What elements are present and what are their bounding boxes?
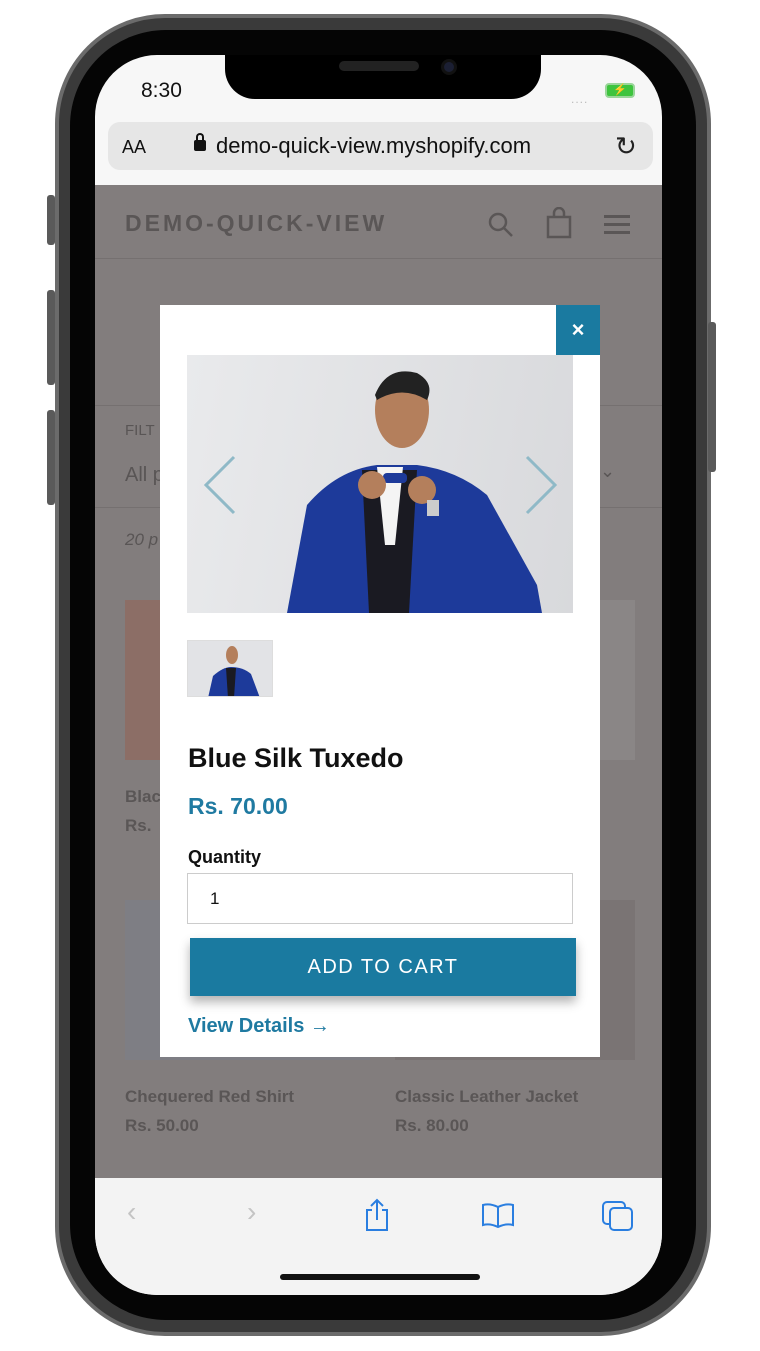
product-price: Rs. 70.00	[188, 793, 288, 819]
text-size-button[interactable]: AA	[122, 137, 146, 158]
quick-view-modal: × Blue Silk Tuxedo Rs. 70.00 Quantity 1 …	[160, 305, 600, 1057]
product-image	[187, 355, 573, 613]
url-text[interactable]: demo-quick-view.myshopify.com	[216, 133, 531, 159]
product-title: Blue Silk Tuxedo	[188, 743, 404, 773]
address-bar[interactable]: AA demo-quick-view.myshopify.com ↻	[108, 122, 653, 170]
browser-toolbar: ‹ ›	[95, 1178, 662, 1295]
product-count: 20 p	[125, 530, 159, 549]
volume-down-button	[47, 410, 55, 505]
battery-charging-icon: ⚡	[605, 83, 635, 98]
view-details-link[interactable]: View Details →	[188, 1015, 330, 1038]
site-brand[interactable]: DEMO-QUICK-VIEW	[125, 210, 387, 237]
camera-icon	[441, 59, 457, 75]
web-content: DEMO-QUICK-VIEW FILT All p ⌄ 20 p Blac R…	[95, 185, 662, 1178]
signal-indicator: ....	[571, 92, 589, 106]
reload-icon[interactable]: ↻	[615, 131, 637, 162]
close-button[interactable]: ×	[556, 305, 600, 355]
home-indicator[interactable]	[280, 1274, 480, 1280]
forward-icon[interactable]: ›	[247, 1196, 256, 1228]
next-image-arrow[interactable]	[519, 455, 559, 515]
notch	[225, 55, 541, 99]
status-time: 8:30	[141, 79, 182, 102]
product-price: Rs.	[125, 816, 152, 835]
product-name[interactable]: Blac	[125, 787, 161, 807]
product-name[interactable]: Chequered Red Shirt	[125, 1087, 294, 1107]
tabs-icon[interactable]	[601, 1200, 635, 1232]
previous-image-arrow[interactable]	[202, 455, 242, 515]
back-icon[interactable]: ‹	[127, 1196, 136, 1228]
filter-select[interactable]: All p	[125, 464, 164, 487]
text-size-label: AA	[122, 137, 147, 157]
mute-switch	[47, 195, 55, 245]
product-thumbnail[interactable]	[187, 640, 273, 697]
quantity-input[interactable]	[187, 873, 573, 924]
menu-icon[interactable]	[604, 213, 630, 235]
product-price: Rs. 80.00	[395, 1116, 469, 1135]
product-price: Rs. 50.00	[125, 1116, 199, 1135]
power-button	[708, 322, 716, 472]
quantity-label: Quantity	[188, 847, 262, 867]
chevron-down-icon[interactable]: ⌄	[600, 461, 615, 482]
speaker	[339, 61, 419, 71]
bag-icon[interactable]	[545, 207, 573, 239]
filter-label: FILT	[125, 422, 155, 439]
divider	[95, 258, 662, 259]
tuxedo-photo	[287, 371, 542, 613]
add-to-cart-button[interactable]: ADD TO CART	[190, 938, 576, 996]
share-icon[interactable]	[363, 1198, 391, 1232]
bookmarks-icon[interactable]	[481, 1202, 515, 1228]
product-name[interactable]: Classic Leather Jacket	[395, 1087, 578, 1107]
search-icon[interactable]	[487, 211, 515, 239]
volume-up-button	[47, 290, 55, 385]
screen: 8:30 .... ⚡ AA demo-quick-view.myshopify…	[95, 55, 662, 1295]
lock-icon	[194, 133, 206, 151]
